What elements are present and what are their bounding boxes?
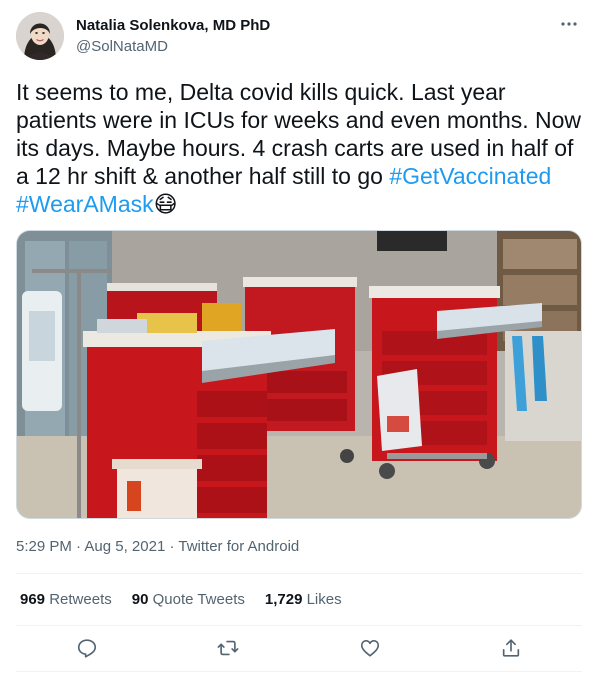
retweets-stat[interactable]: 969 Retweets: [20, 590, 112, 610]
reply-icon[interactable]: [74, 635, 100, 661]
author-handle[interactable]: @SolNataMD: [76, 38, 168, 56]
meta-separator: ·: [165, 538, 179, 555]
more-icon[interactable]: [556, 14, 582, 34]
divider: [16, 573, 582, 574]
hashtag-wearamask[interactable]: #WearAMask: [16, 191, 154, 217]
quote-label: Quote Tweets: [152, 591, 245, 608]
share-icon[interactable]: [498, 635, 524, 661]
author-name[interactable]: Natalia Solenkova, MD PhD: [76, 17, 270, 35]
tweet: Natalia Solenkova, MD PhD @SolNataMD It …: [0, 0, 598, 673]
likes-label: Likes: [306, 591, 342, 608]
tweet-meta: 5:29 PM · Aug 5, 2021 · Twitter for Andr…: [16, 538, 299, 556]
retweets-count: 969: [20, 591, 46, 608]
hashtag-getvaccinated[interactable]: #GetVaccinated: [389, 163, 551, 189]
quote-count: 90: [131, 591, 149, 608]
tweet-text: It seems to me, Delta covid kills quick.…: [16, 78, 582, 218]
tweet-date[interactable]: Aug 5, 2021: [84, 538, 165, 555]
avatar[interactable]: [16, 12, 64, 60]
likes-stat[interactable]: 1,729 Likes: [265, 590, 342, 610]
retweet-icon[interactable]: [215, 635, 241, 661]
meta-separator: ·: [71, 538, 85, 555]
quote-tweets-stat[interactable]: 90 Quote Tweets: [132, 590, 245, 610]
tweet-time[interactable]: 5:29 PM: [16, 538, 72, 555]
mask-emoji: 😷: [153, 191, 178, 217]
tweet-photo[interactable]: [16, 230, 582, 519]
divider: [16, 625, 582, 626]
retweets-label: Retweets: [49, 591, 112, 608]
tweet-source[interactable]: Twitter for Android: [178, 538, 299, 555]
action-bar: [16, 633, 582, 663]
tweet-stats: 969 Retweets 90 Quote Tweets 1,729 Likes: [20, 590, 342, 610]
like-icon[interactable]: [357, 635, 383, 661]
likes-count: 1,729: [264, 591, 303, 608]
divider: [16, 671, 582, 672]
